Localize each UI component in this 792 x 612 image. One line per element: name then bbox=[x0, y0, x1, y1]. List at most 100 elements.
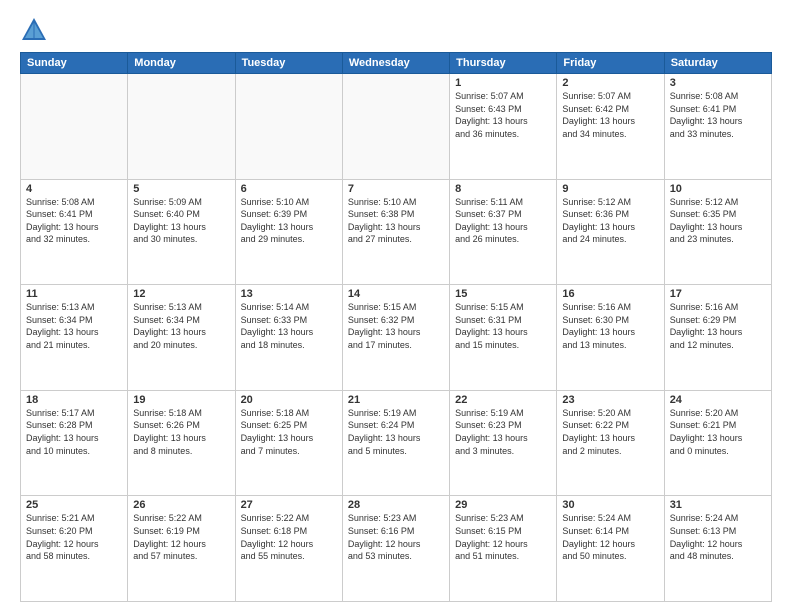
day-info: Sunrise: 5:09 AM Sunset: 6:40 PM Dayligh… bbox=[133, 196, 229, 246]
calendar-cell bbox=[128, 74, 235, 180]
day-number: 12 bbox=[133, 288, 229, 300]
day-info: Sunrise: 5:23 AM Sunset: 6:15 PM Dayligh… bbox=[455, 512, 551, 562]
calendar-cell bbox=[342, 74, 449, 180]
calendar-table: SundayMondayTuesdayWednesdayThursdayFrid… bbox=[20, 52, 772, 602]
day-header-tuesday: Tuesday bbox=[235, 53, 342, 74]
calendar-cell bbox=[21, 74, 128, 180]
day-info: Sunrise: 5:07 AM Sunset: 6:43 PM Dayligh… bbox=[455, 90, 551, 140]
calendar-cell: 7Sunrise: 5:10 AM Sunset: 6:38 PM Daylig… bbox=[342, 179, 449, 285]
day-info: Sunrise: 5:22 AM Sunset: 6:19 PM Dayligh… bbox=[133, 512, 229, 562]
day-info: Sunrise: 5:18 AM Sunset: 6:26 PM Dayligh… bbox=[133, 407, 229, 457]
calendar-cell: 8Sunrise: 5:11 AM Sunset: 6:37 PM Daylig… bbox=[450, 179, 557, 285]
day-number: 3 bbox=[670, 77, 766, 89]
day-info: Sunrise: 5:11 AM Sunset: 6:37 PM Dayligh… bbox=[455, 196, 551, 246]
day-number: 29 bbox=[455, 499, 551, 511]
calendar-cell: 5Sunrise: 5:09 AM Sunset: 6:40 PM Daylig… bbox=[128, 179, 235, 285]
day-header-friday: Friday bbox=[557, 53, 664, 74]
day-info: Sunrise: 5:10 AM Sunset: 6:38 PM Dayligh… bbox=[348, 196, 444, 246]
week-row-4: 18Sunrise: 5:17 AM Sunset: 6:28 PM Dayli… bbox=[21, 390, 772, 496]
day-info: Sunrise: 5:19 AM Sunset: 6:24 PM Dayligh… bbox=[348, 407, 444, 457]
day-info: Sunrise: 5:16 AM Sunset: 6:29 PM Dayligh… bbox=[670, 301, 766, 351]
calendar-cell: 20Sunrise: 5:18 AM Sunset: 6:25 PM Dayli… bbox=[235, 390, 342, 496]
day-info: Sunrise: 5:13 AM Sunset: 6:34 PM Dayligh… bbox=[26, 301, 122, 351]
day-number: 24 bbox=[670, 394, 766, 406]
week-row-2: 4Sunrise: 5:08 AM Sunset: 6:41 PM Daylig… bbox=[21, 179, 772, 285]
day-info: Sunrise: 5:14 AM Sunset: 6:33 PM Dayligh… bbox=[241, 301, 337, 351]
day-number: 19 bbox=[133, 394, 229, 406]
day-number: 26 bbox=[133, 499, 229, 511]
calendar-cell: 16Sunrise: 5:16 AM Sunset: 6:30 PM Dayli… bbox=[557, 285, 664, 391]
day-header-wednesday: Wednesday bbox=[342, 53, 449, 74]
calendar-cell: 30Sunrise: 5:24 AM Sunset: 6:14 PM Dayli… bbox=[557, 496, 664, 602]
day-number: 18 bbox=[26, 394, 122, 406]
calendar-cell: 26Sunrise: 5:22 AM Sunset: 6:19 PM Dayli… bbox=[128, 496, 235, 602]
day-number: 7 bbox=[348, 183, 444, 195]
day-number: 5 bbox=[133, 183, 229, 195]
calendar-body: 1Sunrise: 5:07 AM Sunset: 6:43 PM Daylig… bbox=[21, 74, 772, 602]
day-number: 20 bbox=[241, 394, 337, 406]
day-info: Sunrise: 5:24 AM Sunset: 6:13 PM Dayligh… bbox=[670, 512, 766, 562]
day-info: Sunrise: 5:13 AM Sunset: 6:34 PM Dayligh… bbox=[133, 301, 229, 351]
day-info: Sunrise: 5:24 AM Sunset: 6:14 PM Dayligh… bbox=[562, 512, 658, 562]
day-number: 21 bbox=[348, 394, 444, 406]
day-info: Sunrise: 5:22 AM Sunset: 6:18 PM Dayligh… bbox=[241, 512, 337, 562]
day-info: Sunrise: 5:20 AM Sunset: 6:22 PM Dayligh… bbox=[562, 407, 658, 457]
calendar-cell: 27Sunrise: 5:22 AM Sunset: 6:18 PM Dayli… bbox=[235, 496, 342, 602]
calendar-cell: 10Sunrise: 5:12 AM Sunset: 6:35 PM Dayli… bbox=[664, 179, 771, 285]
calendar-cell: 18Sunrise: 5:17 AM Sunset: 6:28 PM Dayli… bbox=[21, 390, 128, 496]
day-number: 13 bbox=[241, 288, 337, 300]
days-row: SundayMondayTuesdayWednesdayThursdayFrid… bbox=[21, 53, 772, 74]
calendar-cell: 13Sunrise: 5:14 AM Sunset: 6:33 PM Dayli… bbox=[235, 285, 342, 391]
calendar-cell: 28Sunrise: 5:23 AM Sunset: 6:16 PM Dayli… bbox=[342, 496, 449, 602]
calendar-cell: 15Sunrise: 5:15 AM Sunset: 6:31 PM Dayli… bbox=[450, 285, 557, 391]
day-info: Sunrise: 5:18 AM Sunset: 6:25 PM Dayligh… bbox=[241, 407, 337, 457]
day-header-saturday: Saturday bbox=[664, 53, 771, 74]
calendar-cell: 22Sunrise: 5:19 AM Sunset: 6:23 PM Dayli… bbox=[450, 390, 557, 496]
logo-icon bbox=[20, 16, 48, 44]
calendar-cell: 2Sunrise: 5:07 AM Sunset: 6:42 PM Daylig… bbox=[557, 74, 664, 180]
calendar-cell: 29Sunrise: 5:23 AM Sunset: 6:15 PM Dayli… bbox=[450, 496, 557, 602]
calendar-cell: 31Sunrise: 5:24 AM Sunset: 6:13 PM Dayli… bbox=[664, 496, 771, 602]
day-number: 23 bbox=[562, 394, 658, 406]
day-number: 17 bbox=[670, 288, 766, 300]
week-row-3: 11Sunrise: 5:13 AM Sunset: 6:34 PM Dayli… bbox=[21, 285, 772, 391]
day-info: Sunrise: 5:10 AM Sunset: 6:39 PM Dayligh… bbox=[241, 196, 337, 246]
day-info: Sunrise: 5:23 AM Sunset: 6:16 PM Dayligh… bbox=[348, 512, 444, 562]
calendar-cell: 19Sunrise: 5:18 AM Sunset: 6:26 PM Dayli… bbox=[128, 390, 235, 496]
day-number: 10 bbox=[670, 183, 766, 195]
day-info: Sunrise: 5:08 AM Sunset: 6:41 PM Dayligh… bbox=[26, 196, 122, 246]
calendar-header: SundayMondayTuesdayWednesdayThursdayFrid… bbox=[21, 53, 772, 74]
day-number: 25 bbox=[26, 499, 122, 511]
calendar-cell: 12Sunrise: 5:13 AM Sunset: 6:34 PM Dayli… bbox=[128, 285, 235, 391]
day-info: Sunrise: 5:12 AM Sunset: 6:36 PM Dayligh… bbox=[562, 196, 658, 246]
day-number: 4 bbox=[26, 183, 122, 195]
day-info: Sunrise: 5:08 AM Sunset: 6:41 PM Dayligh… bbox=[670, 90, 766, 140]
day-info: Sunrise: 5:19 AM Sunset: 6:23 PM Dayligh… bbox=[455, 407, 551, 457]
day-info: Sunrise: 5:15 AM Sunset: 6:31 PM Dayligh… bbox=[455, 301, 551, 351]
calendar-cell: 9Sunrise: 5:12 AM Sunset: 6:36 PM Daylig… bbox=[557, 179, 664, 285]
logo bbox=[20, 16, 52, 44]
day-number: 22 bbox=[455, 394, 551, 406]
calendar-cell: 24Sunrise: 5:20 AM Sunset: 6:21 PM Dayli… bbox=[664, 390, 771, 496]
calendar-cell bbox=[235, 74, 342, 180]
calendar-cell: 3Sunrise: 5:08 AM Sunset: 6:41 PM Daylig… bbox=[664, 74, 771, 180]
day-info: Sunrise: 5:21 AM Sunset: 6:20 PM Dayligh… bbox=[26, 512, 122, 562]
calendar-cell: 11Sunrise: 5:13 AM Sunset: 6:34 PM Dayli… bbox=[21, 285, 128, 391]
calendar-cell: 17Sunrise: 5:16 AM Sunset: 6:29 PM Dayli… bbox=[664, 285, 771, 391]
day-info: Sunrise: 5:16 AM Sunset: 6:30 PM Dayligh… bbox=[562, 301, 658, 351]
day-info: Sunrise: 5:07 AM Sunset: 6:42 PM Dayligh… bbox=[562, 90, 658, 140]
calendar-cell: 21Sunrise: 5:19 AM Sunset: 6:24 PM Dayli… bbox=[342, 390, 449, 496]
day-number: 11 bbox=[26, 288, 122, 300]
calendar-cell: 1Sunrise: 5:07 AM Sunset: 6:43 PM Daylig… bbox=[450, 74, 557, 180]
calendar-cell: 25Sunrise: 5:21 AM Sunset: 6:20 PM Dayli… bbox=[21, 496, 128, 602]
day-number: 2 bbox=[562, 77, 658, 89]
calendar-cell: 4Sunrise: 5:08 AM Sunset: 6:41 PM Daylig… bbox=[21, 179, 128, 285]
day-number: 14 bbox=[348, 288, 444, 300]
day-number: 8 bbox=[455, 183, 551, 195]
day-number: 28 bbox=[348, 499, 444, 511]
day-header-thursday: Thursday bbox=[450, 53, 557, 74]
day-number: 16 bbox=[562, 288, 658, 300]
day-info: Sunrise: 5:20 AM Sunset: 6:21 PM Dayligh… bbox=[670, 407, 766, 457]
day-info: Sunrise: 5:12 AM Sunset: 6:35 PM Dayligh… bbox=[670, 196, 766, 246]
day-header-sunday: Sunday bbox=[21, 53, 128, 74]
